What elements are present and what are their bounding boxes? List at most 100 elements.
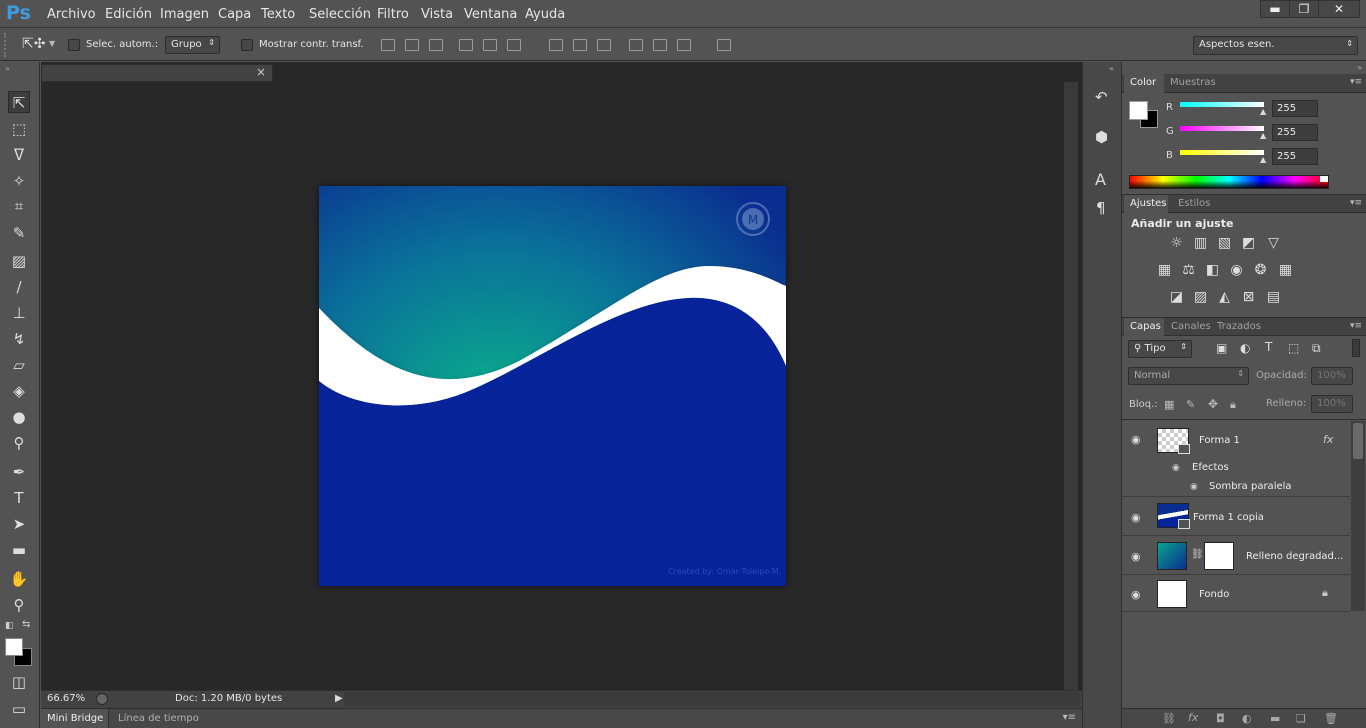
move-tool-preset-icon[interactable]: ⇱✣ [22, 36, 45, 52]
layers-scrollbar[interactable] [1351, 421, 1365, 611]
foreground-color-chip[interactable] [1129, 101, 1148, 120]
filter-smart-object-icon[interactable]: ⧉ [1312, 341, 1321, 356]
menu-ventana[interactable]: Ventana [464, 7, 517, 22]
channel-r-value[interactable]: 255 [1272, 100, 1318, 117]
tab-channels[interactable]: Canales [1171, 321, 1211, 332]
path-selection-icon[interactable]: ➤ [8, 513, 30, 535]
panel-menu-icon[interactable]: ▾≡ [1350, 198, 1362, 208]
channel-g-value[interactable]: 255 [1272, 124, 1318, 141]
show-transform-checkbox[interactable] [241, 39, 253, 51]
layer-row-relleno-degradado[interactable]: ◉ ⛓ Relleno degradad... [1122, 537, 1350, 575]
channel-b-slider[interactable] [1180, 150, 1264, 155]
menu-vista[interactable]: Vista [421, 7, 453, 22]
menu-ayuda[interactable]: Ayuda [525, 7, 565, 22]
threshold-icon[interactable]: ◭ [1216, 289, 1233, 306]
layer-name[interactable]: Fondo [1199, 589, 1229, 600]
history-brush-icon[interactable]: ↯ [8, 328, 30, 350]
slider-handle-icon[interactable]: ▲ [1260, 107, 1266, 116]
align-hcenter-icon[interactable] [483, 39, 497, 51]
history-panel-icon[interactable]: ↶ [1095, 88, 1108, 106]
distribute-vcenter-icon[interactable] [573, 39, 587, 51]
filter-toggle[interactable] [1352, 339, 1360, 357]
blend-mode-dropdown[interactable]: Normal ⇕ [1128, 367, 1249, 385]
layer-name[interactable]: Relleno degradad... [1246, 551, 1343, 562]
lock-pixels-icon[interactable]: ✎ [1186, 398, 1195, 411]
minimize-button[interactable]: ▬ [1260, 0, 1290, 18]
panel-menu-icon[interactable]: ▾≡ [1063, 712, 1076, 723]
distribute-left-icon[interactable] [629, 39, 643, 51]
vibrance-icon[interactable]: ▽ [1265, 235, 1282, 252]
channel-mixer-icon[interactable]: ❂ [1252, 262, 1269, 279]
distribute-bottom-icon[interactable] [597, 39, 611, 51]
collapse-panels-icon[interactable]: » [1357, 63, 1362, 72]
clone-stamp-icon[interactable]: ⊥ [8, 302, 30, 324]
blur-tool-icon[interactable]: ● [8, 406, 30, 428]
layer-row-forma-1[interactable]: ◉ Forma 1 fx ◉ Efectos ◉ Sombra paralela [1122, 421, 1350, 497]
filter-adjustment-icon[interactable]: ◐ [1240, 341, 1250, 355]
distribute-right-icon[interactable] [677, 39, 691, 51]
levels-icon[interactable]: ▥ [1192, 235, 1209, 252]
vertical-scrollbar[interactable] [1064, 82, 1078, 690]
eraser-icon[interactable]: ▱ [8, 354, 30, 376]
status-menu-arrow-icon[interactable]: ▶ [335, 693, 343, 704]
tab-color[interactable]: Color [1130, 77, 1156, 88]
document-tab[interactable]: × [41, 64, 273, 82]
status-info-icon[interactable] [96, 693, 108, 705]
menu-archivo[interactable]: Archivo [47, 7, 96, 22]
rectangle-tool-icon[interactable]: ▬ [8, 539, 30, 561]
swap-colors-icon[interactable]: ⇆ [22, 619, 30, 630]
healing-brush-icon[interactable]: ▨ [8, 250, 30, 272]
effect-name[interactable]: Sombra paralela [1209, 481, 1292, 492]
link-layers-icon[interactable]: ⛓ [1162, 712, 1176, 725]
foreground-color-swatch[interactable] [5, 638, 23, 656]
tab-layers[interactable]: Capas [1130, 321, 1161, 332]
channel-r-slider[interactable] [1180, 102, 1264, 107]
tab-mini-bridge[interactable]: Mini Bridge [47, 713, 103, 724]
invert-icon[interactable]: ◪ [1168, 289, 1185, 306]
auto-align-icon[interactable] [717, 39, 731, 51]
auto-select-dropdown[interactable]: Grupo ⇕ [165, 36, 220, 54]
layer-name[interactable]: Forma 1 copia [1193, 512, 1264, 523]
color-balance-icon[interactable]: ⚖ [1180, 262, 1197, 279]
default-colors-icon[interactable]: ◧ [5, 621, 14, 631]
fill-field[interactable]: 100% [1311, 395, 1353, 413]
menu-capa[interactable]: Capa [218, 7, 251, 22]
restore-button[interactable]: ❐ [1289, 0, 1319, 18]
character-panel-icon[interactable]: A [1095, 170, 1106, 189]
lock-all-icon[interactable]: 🔒︎ [1230, 398, 1236, 412]
type-tool-icon[interactable]: T [8, 487, 30, 509]
align-top-icon[interactable] [381, 39, 395, 51]
dodge-tool-icon[interactable]: ⚲ [8, 432, 30, 454]
effects-eye-icon[interactable]: ◉ [1172, 463, 1180, 473]
slider-handle-icon[interactable]: ▲ [1260, 131, 1266, 140]
menu-edicion[interactable]: Edición [105, 7, 152, 22]
new-layer-icon[interactable]: ❏ [1296, 712, 1306, 725]
tab-timeline[interactable]: Línea de tiempo [118, 713, 199, 724]
eyedropper-icon[interactable]: ✎ [8, 222, 30, 244]
workspace-dropdown[interactable]: Aspectos esen. ⇕ [1193, 36, 1358, 55]
lock-position-icon[interactable]: ✥ [1208, 397, 1218, 411]
lock-transparent-icon[interactable]: ▦ [1164, 398, 1174, 411]
layer-filter-dropdown[interactable]: ⚲ Tipo ⇕ [1128, 340, 1192, 358]
tab-swatches[interactable]: Muestras [1170, 77, 1216, 88]
paint-bucket-icon[interactable]: ◈ [8, 380, 30, 402]
auto-select-checkbox[interactable] [68, 39, 80, 51]
collapse-arrows-icon[interactable]: » [5, 64, 10, 73]
panel-menu-icon[interactable]: ▾≡ [1350, 77, 1362, 87]
horizontal-scrollbar[interactable] [344, 692, 1080, 706]
new-adjustment-icon[interactable]: ◐ [1242, 712, 1252, 725]
zoom-tool-icon[interactable]: ⚲ [8, 594, 30, 616]
layer-row-forma-1-copia[interactable]: ◉ Forma 1 copia [1122, 498, 1350, 536]
opacity-field[interactable]: 100% [1311, 367, 1353, 385]
add-mask-icon[interactable]: ◘ [1216, 712, 1225, 725]
color-spectrum-ramp[interactable] [1129, 175, 1329, 189]
menu-filtro[interactable]: Filtro [377, 7, 409, 22]
crop-tool-icon[interactable]: ⌗ [8, 195, 30, 217]
align-right-icon[interactable] [507, 39, 521, 51]
tab-paths[interactable]: Trazados [1217, 321, 1261, 332]
expand-arrows-icon[interactable]: « [1109, 64, 1114, 73]
slider-handle-icon[interactable]: ▲ [1260, 155, 1266, 164]
delete-layer-icon[interactable]: 🗑︎ [1324, 712, 1338, 725]
link-icon[interactable]: ⛓ [1191, 549, 1204, 560]
close-icon[interactable]: × [256, 65, 266, 79]
